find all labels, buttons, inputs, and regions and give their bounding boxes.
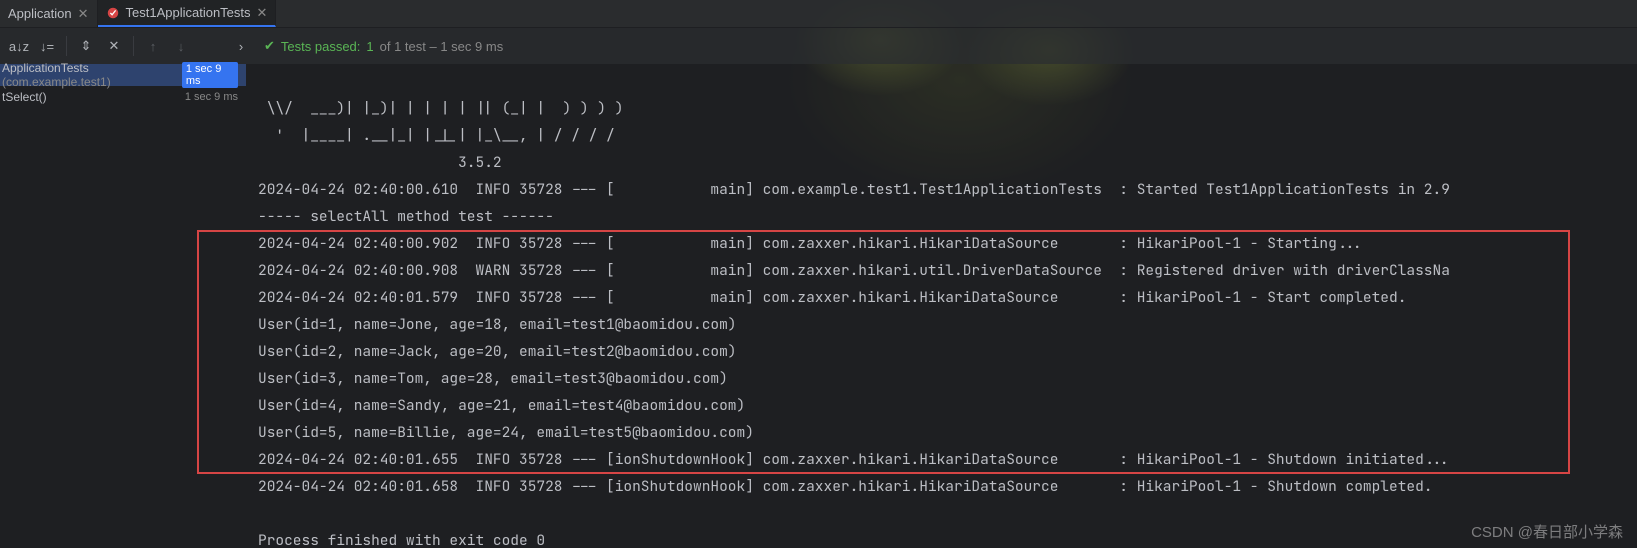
tree-node-time: 1 sec 9 ms xyxy=(182,62,238,88)
tree-node-time: 1 sec 9 ms xyxy=(185,91,238,103)
console-line: User(id=3, name=Tom, age=28, email=test3… xyxy=(258,369,728,388)
separator xyxy=(133,36,134,56)
console-line: User(id=1, name=Jone, age=18, email=test… xyxy=(258,315,737,334)
editor-tabs: Application ✕ Test1ApplicationTests ✕ xyxy=(0,0,1637,28)
sort-icon: a↓z xyxy=(9,39,29,54)
chevron-right-icon: › xyxy=(239,39,243,54)
close-button[interactable]: ✕ xyxy=(101,33,127,59)
tab-label: Test1ApplicationTests xyxy=(126,5,251,20)
close-icon: ✕ xyxy=(109,38,120,54)
close-icon[interactable]: ✕ xyxy=(78,6,89,22)
status-total: of 1 test – 1 sec 9 ms xyxy=(380,39,504,54)
console-line: 2024-04-24 02:40:00.908 WARN 35728 --- [… xyxy=(258,261,1450,280)
console-line: 2024-04-24 02:40:00.610 INFO 35728 --- [… xyxy=(258,180,1450,199)
console-line: 2024-04-24 02:40:00.902 INFO 35728 --- [… xyxy=(258,234,1363,253)
expand-collapse-button[interactable]: ⇕ xyxy=(73,33,99,59)
console-line: 3.5.2 xyxy=(258,153,502,172)
console-line: 2024-04-24 02:40:01.655 INFO 35728 --- [… xyxy=(258,450,1450,469)
tree-node-class[interactable]: ApplicationTests (com.example.test1) 1 s… xyxy=(0,64,246,86)
console-line: ' |____| .__|_| |_|_| |_\__, | / / / / xyxy=(258,126,615,145)
tree-node-label: tSelect() xyxy=(2,90,47,104)
tab-test1applicationtests[interactable]: Test1ApplicationTests ✕ xyxy=(98,0,277,27)
console-line: User(id=2, name=Jack, age=20, email=test… xyxy=(258,342,737,361)
console-output[interactable]: \\/ ___)| |_)| | | | | || (_| | ) ) ) ) … xyxy=(246,64,1637,548)
sort-icon: ↓= xyxy=(40,39,54,54)
console-line: User(id=5, name=Billie, age=24, email=te… xyxy=(258,423,754,442)
prev-test-button[interactable]: ↑ xyxy=(140,33,166,59)
tab-application[interactable]: Application ✕ xyxy=(0,0,98,27)
console-line: User(id=4, name=Sandy, age=21, email=tes… xyxy=(258,396,745,415)
forward-button[interactable]: › xyxy=(228,33,254,59)
test-toolbar: a↓z ↓= ⇕ ✕ ↑ ↓ › ✔ Tests passed: 1 of 1 … xyxy=(0,28,1637,64)
console-line: ----- selectAll method test ------ xyxy=(258,207,554,226)
main-area: ApplicationTests (com.example.test1) 1 s… xyxy=(0,64,1637,548)
watermark: CSDN @春日部小学森 xyxy=(1471,521,1623,542)
test-icon xyxy=(106,6,120,20)
tree-node-method[interactable]: tSelect() 1 sec 9 ms xyxy=(0,86,246,108)
console-line: \\/ ___)| |_)| | | | | || (_| | ) ) ) ) xyxy=(258,99,623,118)
console-line: 2024-04-24 02:40:01.579 INFO 35728 --- [… xyxy=(258,288,1406,307)
next-test-button[interactable]: ↓ xyxy=(168,33,194,59)
test-tree: ApplicationTests (com.example.test1) 1 s… xyxy=(0,64,246,548)
tree-node-label: ApplicationTests (com.example.test1) xyxy=(2,61,182,89)
console-line: Process finished with exit code 0 xyxy=(258,531,545,548)
up-icon: ↑ xyxy=(150,39,157,54)
sort-alpha-button[interactable]: a↓z xyxy=(6,33,32,59)
console-line: 2024-04-24 02:40:01.658 INFO 35728 --- [… xyxy=(258,477,1433,496)
close-icon[interactable]: ✕ xyxy=(257,5,268,21)
test-status: ✔ Tests passed: 1 of 1 test – 1 sec 9 ms xyxy=(264,38,503,54)
tab-label: Application xyxy=(8,6,72,21)
check-icon: ✔ xyxy=(264,38,275,54)
expand-icon: ⇕ xyxy=(81,38,92,54)
status-prefix: Tests passed: xyxy=(281,39,361,54)
separator xyxy=(66,36,67,56)
down-icon: ↓ xyxy=(178,39,185,54)
sort-duration-button[interactable]: ↓= xyxy=(34,33,60,59)
status-count: 1 xyxy=(366,39,373,54)
